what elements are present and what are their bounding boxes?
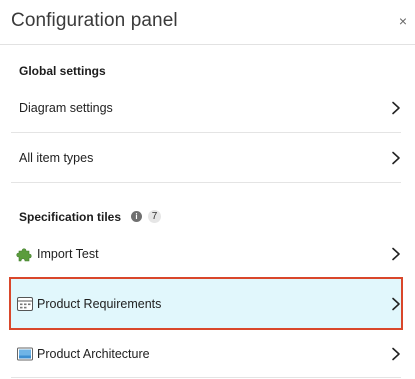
- chevron-right-icon: [392, 297, 400, 310]
- close-icon[interactable]: ×: [397, 14, 409, 28]
- panel-title: Configuration panel: [11, 10, 178, 31]
- spec-tile-product-architecture[interactable]: Product Architecture: [11, 329, 401, 378]
- divider: [11, 182, 401, 183]
- spec-tile-import-test[interactable]: Import Test: [11, 229, 401, 278]
- spec-tile-label: Import Test: [37, 246, 99, 261]
- spec-tile-label: Product Architecture: [37, 346, 150, 361]
- puzzle-icon: [16, 247, 32, 261]
- chevron-right-icon: [392, 101, 400, 114]
- info-icon[interactable]: i: [131, 211, 142, 222]
- panel-header: Configuration panel ×: [0, 0, 415, 45]
- spec-tile-label: Product Requirements: [37, 296, 162, 311]
- image-icon: [17, 347, 33, 360]
- diagram-settings-row[interactable]: Diagram settings: [11, 83, 401, 132]
- divider: [11, 377, 401, 378]
- spec-tile-product-requirements[interactable]: Product Requirements: [9, 277, 403, 330]
- diagram-settings-label: Diagram settings: [19, 100, 113, 115]
- chevron-right-icon: [392, 347, 400, 360]
- specification-tiles-heading: Specification tiles: [19, 210, 122, 224]
- chevron-right-icon: [392, 247, 400, 260]
- global-settings-heading: Global settings: [19, 64, 106, 78]
- all-item-types-label: All item types: [19, 150, 94, 165]
- tile-count-badge: 7: [148, 210, 161, 223]
- all-item-types-row[interactable]: All item types: [11, 133, 401, 182]
- calendar-table-icon: [17, 296, 33, 311]
- chevron-right-icon: [392, 151, 400, 164]
